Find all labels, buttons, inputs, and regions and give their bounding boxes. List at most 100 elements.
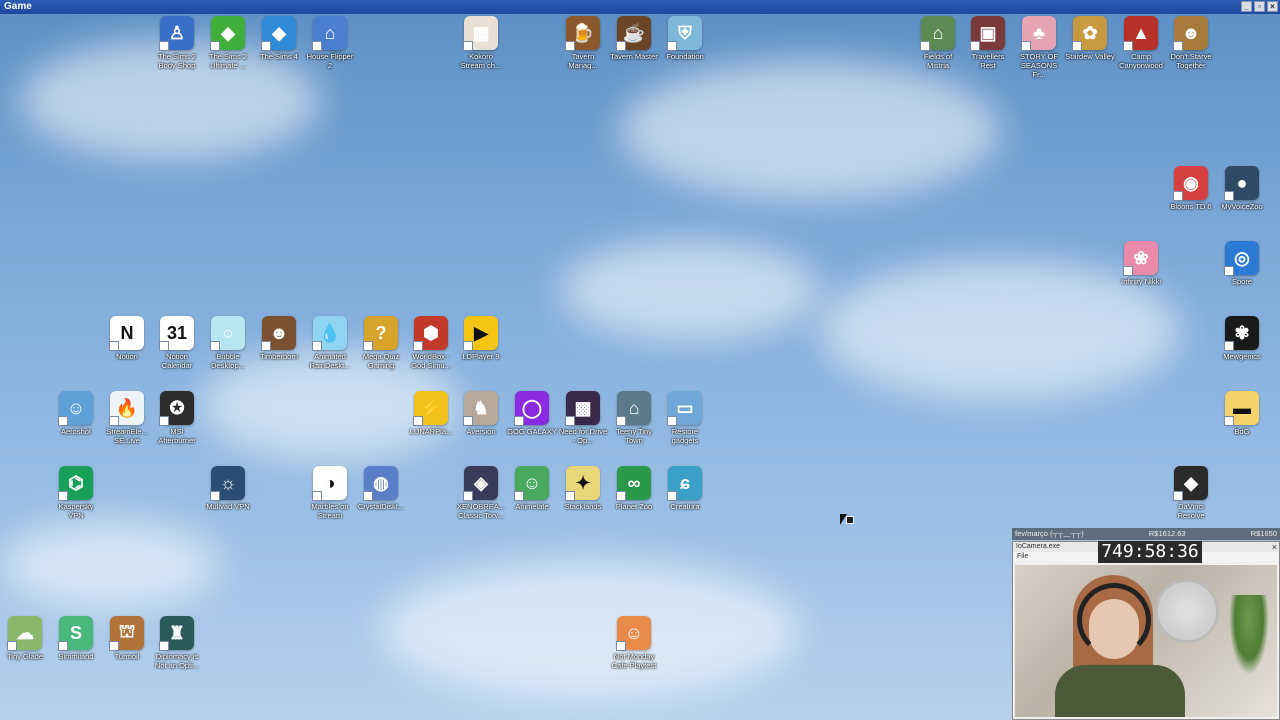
desktop-shortcut[interactable]: ✿ Stardew Valley [1065,16,1115,61]
turmoil-icon: ⛫ [109,616,144,651]
desktop-shortcut[interactable]: ❀ Infinity Nikki [1116,241,1166,286]
window-titlebar: Game _ ▫ × [0,0,1280,14]
desktop-shortcut[interactable]: ? Mega Quiz Gaming [356,316,406,370]
desktop-shortcut[interactable]: ☺ Not Monday Cafe Playtest [609,616,659,670]
desktop-shortcut[interactable]: 31 Notion Calendar [152,316,202,370]
desktop-shortcut-label: WorldBox - God Simu... [411,352,451,370]
desktop-shortcut[interactable]: ☻ Timberborn [254,316,304,361]
desktop-shortcut[interactable]: ☁ Tiny Glade [0,616,50,661]
desktop-shortcut[interactable]: ☺ Aeroshot [51,391,101,436]
desktop-shortcut[interactable]: ☺ Animelate [507,466,557,511]
desktop-shortcut[interactable]: ⛫ Turmoil [102,616,152,661]
desktop-shortcut[interactable]: ⌂ Teeny Tiny Town [609,391,659,445]
desktop-shortcut[interactable]: ♜ Diplomacy is Not an Opti... [152,616,202,670]
desktop-shortcut-label: DaVinci Resolve [1177,502,1205,520]
desktop-shortcut[interactable]: ▲ Camp Canyonwood [1116,16,1166,70]
desktop-shortcut[interactable]: ▶ LDPlayer 9 [456,316,506,361]
desktop-shortcut[interactable]: ▣ Travellers Rest [963,16,1013,70]
tavern-manager-icon: 🍺 [565,16,600,51]
desktop-shortcut-label: Aversion [466,427,496,436]
desktop-shortcut-label: Planet Zoo [615,502,653,511]
fields-of-mistria-icon: ⌂ [920,16,955,51]
desktop-shortcut[interactable]: ⛨ Foundation [660,16,710,61]
desktop-shortcut-label: LUNARPla... [409,427,453,436]
msi-afterburner-icon: ✪ [159,391,194,426]
desktop-shortcut[interactable]: ◈ XENOBREA... Classic Torv... [456,466,506,520]
desktop-shortcut[interactable]: ☻ Don't Starve Together [1166,16,1216,70]
desktop-shortcut-label: Tavern Master [610,52,658,61]
infinity-nikki-icon: ❀ [1123,241,1158,276]
sims4-icon: ◆ [261,16,296,51]
desktop-shortcut-label: Marbles on Stream [311,502,349,520]
desktop-shortcut[interactable]: ◎ Spore [1217,241,1267,286]
desktop-shortcut[interactable]: 🍺 Tavern Manag... [558,16,608,70]
stardew-valley-icon: ✿ [1072,16,1107,51]
desktop-shortcut-label: Creatura [670,502,700,511]
desktop-shortcut[interactable]: ☕ Tavern Master [609,16,659,61]
desktop-shortcut[interactable]: 💧 Animated RainDeskt... [305,316,355,370]
desktop-shortcut-label: Diplomacy is Not an Opti... [154,652,200,670]
desktop-shortcut[interactable]: ♣ STORY OF SEASONS Fr... [1014,16,1064,79]
desktop-shortcut-label: Tiny Glade [7,652,43,661]
desktop-shortcut[interactable]: N Notion [102,316,152,361]
desktop-shortcut[interactable]: ◉ Bloons TD 6 [1166,166,1216,211]
desktop-shortcut[interactable]: ◯ GOG GALAXY [507,391,557,436]
desktop-shortcut[interactable]: ◆ The Sims 2 Ultimate ... [203,16,253,70]
desktop-shortcut-label: Tavern Manag... [568,52,598,70]
desktop-shortcut[interactable]: ○ Bubble Desktop... [203,316,253,370]
simmiland-icon: S [58,616,93,651]
desktop-shortcut-label: Camp Canyonwood [1119,52,1163,70]
desktop-shortcut[interactable]: ⌂ Fields of Mistria [913,16,963,70]
desktop-shortcut[interactable]: ⌂ House Flipper 2 [305,16,355,70]
desktop-shortcut-label: Travellers Rest [971,52,1005,70]
minimize-button[interactable]: _ [1241,1,1252,12]
desktop-shortcut-label: Notion Calendar [161,352,193,370]
desktop-shortcut[interactable]: ◍ CrystalDiskI... [356,466,406,511]
desktop-shortcut[interactable]: ◆ The Sims 4 [254,16,304,61]
desktop-shortcut-label: Stacklands [564,502,602,511]
desktop-shortcut[interactable]: ◑ Marbles on Stream [305,466,355,520]
desktop-shortcut[interactable]: ✦ Stacklands [558,466,608,511]
stream-overlay-bar: fev/março (┬┬﹏┬┬) R$1612.63 R$1650 [1012,528,1280,540]
desktop-shortcut[interactable]: ✾ Mewgenics [1217,316,1267,361]
desktop-shortcut[interactable]: ∞ Planet Zoo [609,466,659,511]
desktop-shortcut-label: Spore [1231,277,1252,286]
desktop-shortcut[interactable]: ● MyVoiceZoo [1217,166,1267,211]
desktop-shortcut-label: The Sims 2 Ultimate ... [209,52,247,70]
desktop-shortcut-label: Kaspersky VPN [58,502,94,520]
desktop-shortcut[interactable]: 🔥 StreamEle... SE.Live [102,391,152,445]
desktop-shortcut[interactable]: ⌬ Kaspersky VPN [51,466,101,520]
close-button[interactable]: × [1267,1,1278,12]
desktop-shortcut[interactable]: ⚡ LUNARPla... [406,391,456,436]
desktop-shortcut[interactable]: ▩ Need for Drive - Op... [558,391,608,445]
desktop-shortcut[interactable]: ▦ Kokoro Stream ch... [456,16,506,70]
desktop-shortcut[interactable]: ☼ Mullvad VPN [203,466,253,511]
need-for-drive-icon: ▩ [565,391,600,426]
maximize-button[interactable]: ▫ [1254,1,1265,12]
not-monday-cafe-icon: ☺ [616,616,651,651]
cursor-busy-icon [846,516,854,524]
desktop-shortcut-label: Don't Starve Together [1170,52,1212,70]
desktop-shortcut[interactable]: ɕ Creatura [660,466,710,511]
aversion-icon: ♞ [463,391,498,426]
desktop-shortcut[interactable]: ▭ Restore gadgets [660,391,710,445]
mega-quiz-icon: ? [363,316,398,351]
desktop-shortcut[interactable]: ✪ MSI Afterburner [152,391,202,445]
desktop-shortcut[interactable]: ▬ BdG [1217,391,1267,436]
desktop-shortcut[interactable]: ◆ DaVinci Resolve [1166,466,1216,520]
desktop-shortcut-label: Restore gadgets [671,427,699,445]
desktop-shortcut-label: Stardew Valley [1065,52,1115,61]
notion-icon: N [109,316,144,351]
desktop-shortcut-label: The Sims 2 Body Shop [158,52,196,70]
desktop-shortcut[interactable]: S Simmiland [51,616,101,661]
window-controls: _ ▫ × [1241,1,1278,12]
desktop-shortcut[interactable]: ♙ The Sims 2 Body Shop [152,16,202,70]
restore-gadgets-icon: ▭ [667,391,702,426]
overlay-goal-text: fev/março (┬┬﹏┬┬) [1015,529,1084,538]
xenobrea-icon: ◈ [463,466,498,501]
camera-close-button[interactable]: × [1272,542,1277,552]
desktop-shortcut[interactable]: ♞ Aversion [456,391,506,436]
desktop-shortcut[interactable]: ⬢ WorldBox - God Simu... [406,316,456,370]
mullvad-vpn-icon: ☼ [210,466,245,501]
desktop-shortcut-label: XENOBREA... Classic Torv... [457,502,505,520]
